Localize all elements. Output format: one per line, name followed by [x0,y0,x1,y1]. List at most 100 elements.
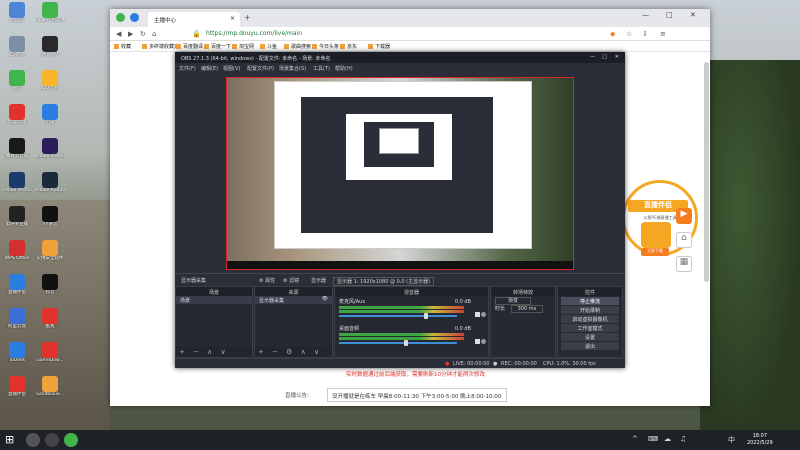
desktop-icon[interactable]: 迅雷 [35,104,65,134]
desktop-icon[interactable]: YY语音 [35,206,65,236]
duration-input[interactable]: 300 ms [510,305,544,313]
obs-menu-item[interactable]: 视图(V) [223,65,240,72]
desktop-icon[interactable]: 酷我 [35,308,65,338]
desktop-icon[interactable]: 抖音 [35,274,65,304]
browser-tab[interactable]: 主播中心 × [148,12,240,27]
obs-preview[interactable] [226,77,574,270]
desktop-icon[interactable]: 剪映专业版 [2,206,32,236]
gear-icon[interactable] [481,339,486,344]
browser-logo-icon[interactable] [116,13,125,22]
tab-manager-icon[interactable] [130,13,139,22]
home-icon[interactable]: ⌂ [152,30,156,38]
desktop-icon[interactable]: 火绒安全软件 [35,240,65,270]
obs-menu-item[interactable]: 场景集合(S) [279,65,306,72]
tab-close-icon[interactable]: × [230,15,235,22]
bookmark-item[interactable]: 今日头条 [312,43,339,50]
side-qrcode-icon[interactable]: ▦ [676,256,692,272]
desktop-icon[interactable]: ToDesk [2,342,32,372]
page-scrollbar[interactable] [704,62,709,282]
bookmark-item[interactable]: 歌曲搜索 [284,43,311,50]
desktop-icon[interactable]: 微信 [2,70,32,100]
side-video-icon[interactable]: ▶ [676,208,692,224]
taskbar-search-icon[interactable] [26,433,40,447]
settings-button[interactable]: 设置 [561,333,619,341]
download-icon[interactable]: ⇩ [642,30,648,38]
filters-button[interactable]: ⚙ 滤镜 [283,277,299,284]
maximize-button[interactable]: □ [666,11,673,19]
side-home-icon[interactable]: ⌂ [676,232,692,248]
desktop-icon[interactable]: 腾讯QQ [35,36,65,66]
speaker-icon[interactable] [475,312,480,317]
studio-mode-button[interactable]: 工作室模式 [561,324,619,332]
tray-audio-icon[interactable]: ♫ [680,435,686,443]
taskbar-browser-icon[interactable] [64,433,78,447]
bookmark-item[interactable]: 百度翻译 [176,43,203,50]
exit-button[interactable]: 退出 [561,342,619,350]
stop-streaming-button[interactable]: 停止推流 [561,297,619,305]
virtual-camera-button[interactable]: 启动虚拟摄像机 [561,315,619,323]
extension-icon[interactable]: ◆ [610,30,615,38]
volume-knob[interactable] [424,313,428,319]
desktop-icon[interactable]: 哔哩哔哩 [2,104,32,134]
properties-button[interactable]: ⚙ 属性 [259,277,275,284]
desktop-icon[interactable]: 此电脑 [2,2,32,32]
obs-menu-item[interactable]: 配置文件(P) [247,65,274,72]
desktop-icon[interactable]: 网易云音乐 [2,138,32,168]
menu-icon[interactable]: ≡ [660,30,666,38]
tray-cloud-icon[interactable]: ☁ [664,435,671,443]
tray-ime-indicator[interactable]: 中 [728,435,735,445]
forward-icon[interactable]: ▶ [128,30,133,38]
bookmark-item[interactable]: 百度一下 [204,43,231,50]
obs-menu-item[interactable]: 文件(F) [179,65,196,72]
obs-minimize-button[interactable]: — [590,54,595,60]
desktop-icon[interactable]: WPS Office [2,240,32,270]
start-recording-button[interactable]: 开始录制 [561,306,619,314]
display-select[interactable]: 显示器 1: 1920x1080 @ 0,0 (主显示器) [333,277,435,286]
tray-keyboard-icon[interactable]: ⌨ [648,435,658,443]
desktop-icon[interactable]: Flow 应用软件 [35,2,65,32]
obs-maximize-button[interactable]: □ [602,54,607,60]
close-button[interactable]: ✕ [690,11,696,19]
desktop-icon[interactable]: Adobe Audition [35,172,65,202]
obs-menu-item[interactable]: 工具(T) [313,65,330,72]
source-item[interactable]: 显示器采集 👁 [255,296,332,304]
bookmark-item[interactable]: 京东 [340,43,357,50]
promo-download-button[interactable]: 立即下载 [641,248,669,256]
bookmark-item[interactable]: 下载器 [368,43,390,50]
transition-type-select[interactable]: 渐变 [491,296,555,305]
taskbar-clock[interactable]: 18:07 2022/5/29 [747,433,773,447]
refresh-icon[interactable]: ↻ [140,30,146,38]
desktop-icon[interactable]: 直播伴侣 [2,274,32,304]
desktop-icon[interactable]: Sandboxie... [35,376,65,406]
star-icon[interactable]: ☆ [626,30,632,38]
desktop-icon[interactable]: Adobe Photoshop [2,172,32,202]
scene-item[interactable]: 场景 [176,296,252,304]
bookmark-item[interactable]: 淘宝网 [232,43,254,50]
bookmark-item[interactable]: 斗鱼 [260,43,277,50]
tray-expand-icon[interactable]: ^ [632,435,638,443]
url-input[interactable]: https://mp.douyu.com/live/main [206,29,456,39]
announcement-input[interactable]: 没开播就是在练车 早晨8:00-11:30 下午3:00-5:00 晚上8:00… [327,388,507,402]
desktop-icon[interactable]: QQ音乐 [35,70,65,100]
gear-icon[interactable] [481,312,486,317]
volume-slider[interactable] [339,342,457,344]
sources-toolbar[interactable]: + − ⚙ ∧ ∨ [255,347,332,357]
obs-menu-item[interactable]: 编辑(E) [201,65,218,72]
volume-knob[interactable] [404,340,408,346]
back-icon[interactable]: ◀ [116,30,121,38]
desktop-icon[interactable]: 阿里云盘 [2,308,32,338]
minimize-button[interactable]: — [642,11,649,19]
desktop-icon[interactable]: GameDow... [35,342,65,372]
bookmark-item[interactable]: 收藏 [114,43,131,50]
obs-close-button[interactable]: ✕ [615,54,619,60]
source-visibility-icon[interactable]: 👁 [322,296,328,302]
obs-menu-item[interactable]: 帮助(H) [335,65,353,72]
desktop-icon[interactable]: Adobe Premiere [35,138,65,168]
taskbar-obs-icon[interactable] [45,433,59,447]
desktop-icon[interactable]: 直播伴侣 [2,376,32,406]
volume-slider[interactable] [339,315,457,317]
new-tab-button[interactable]: + [244,13,251,22]
scenes-toolbar[interactable]: + − ∧ ∨ [176,347,252,357]
speaker-icon[interactable] [475,339,480,344]
desktop-icon[interactable]: 回收站 [2,36,32,66]
